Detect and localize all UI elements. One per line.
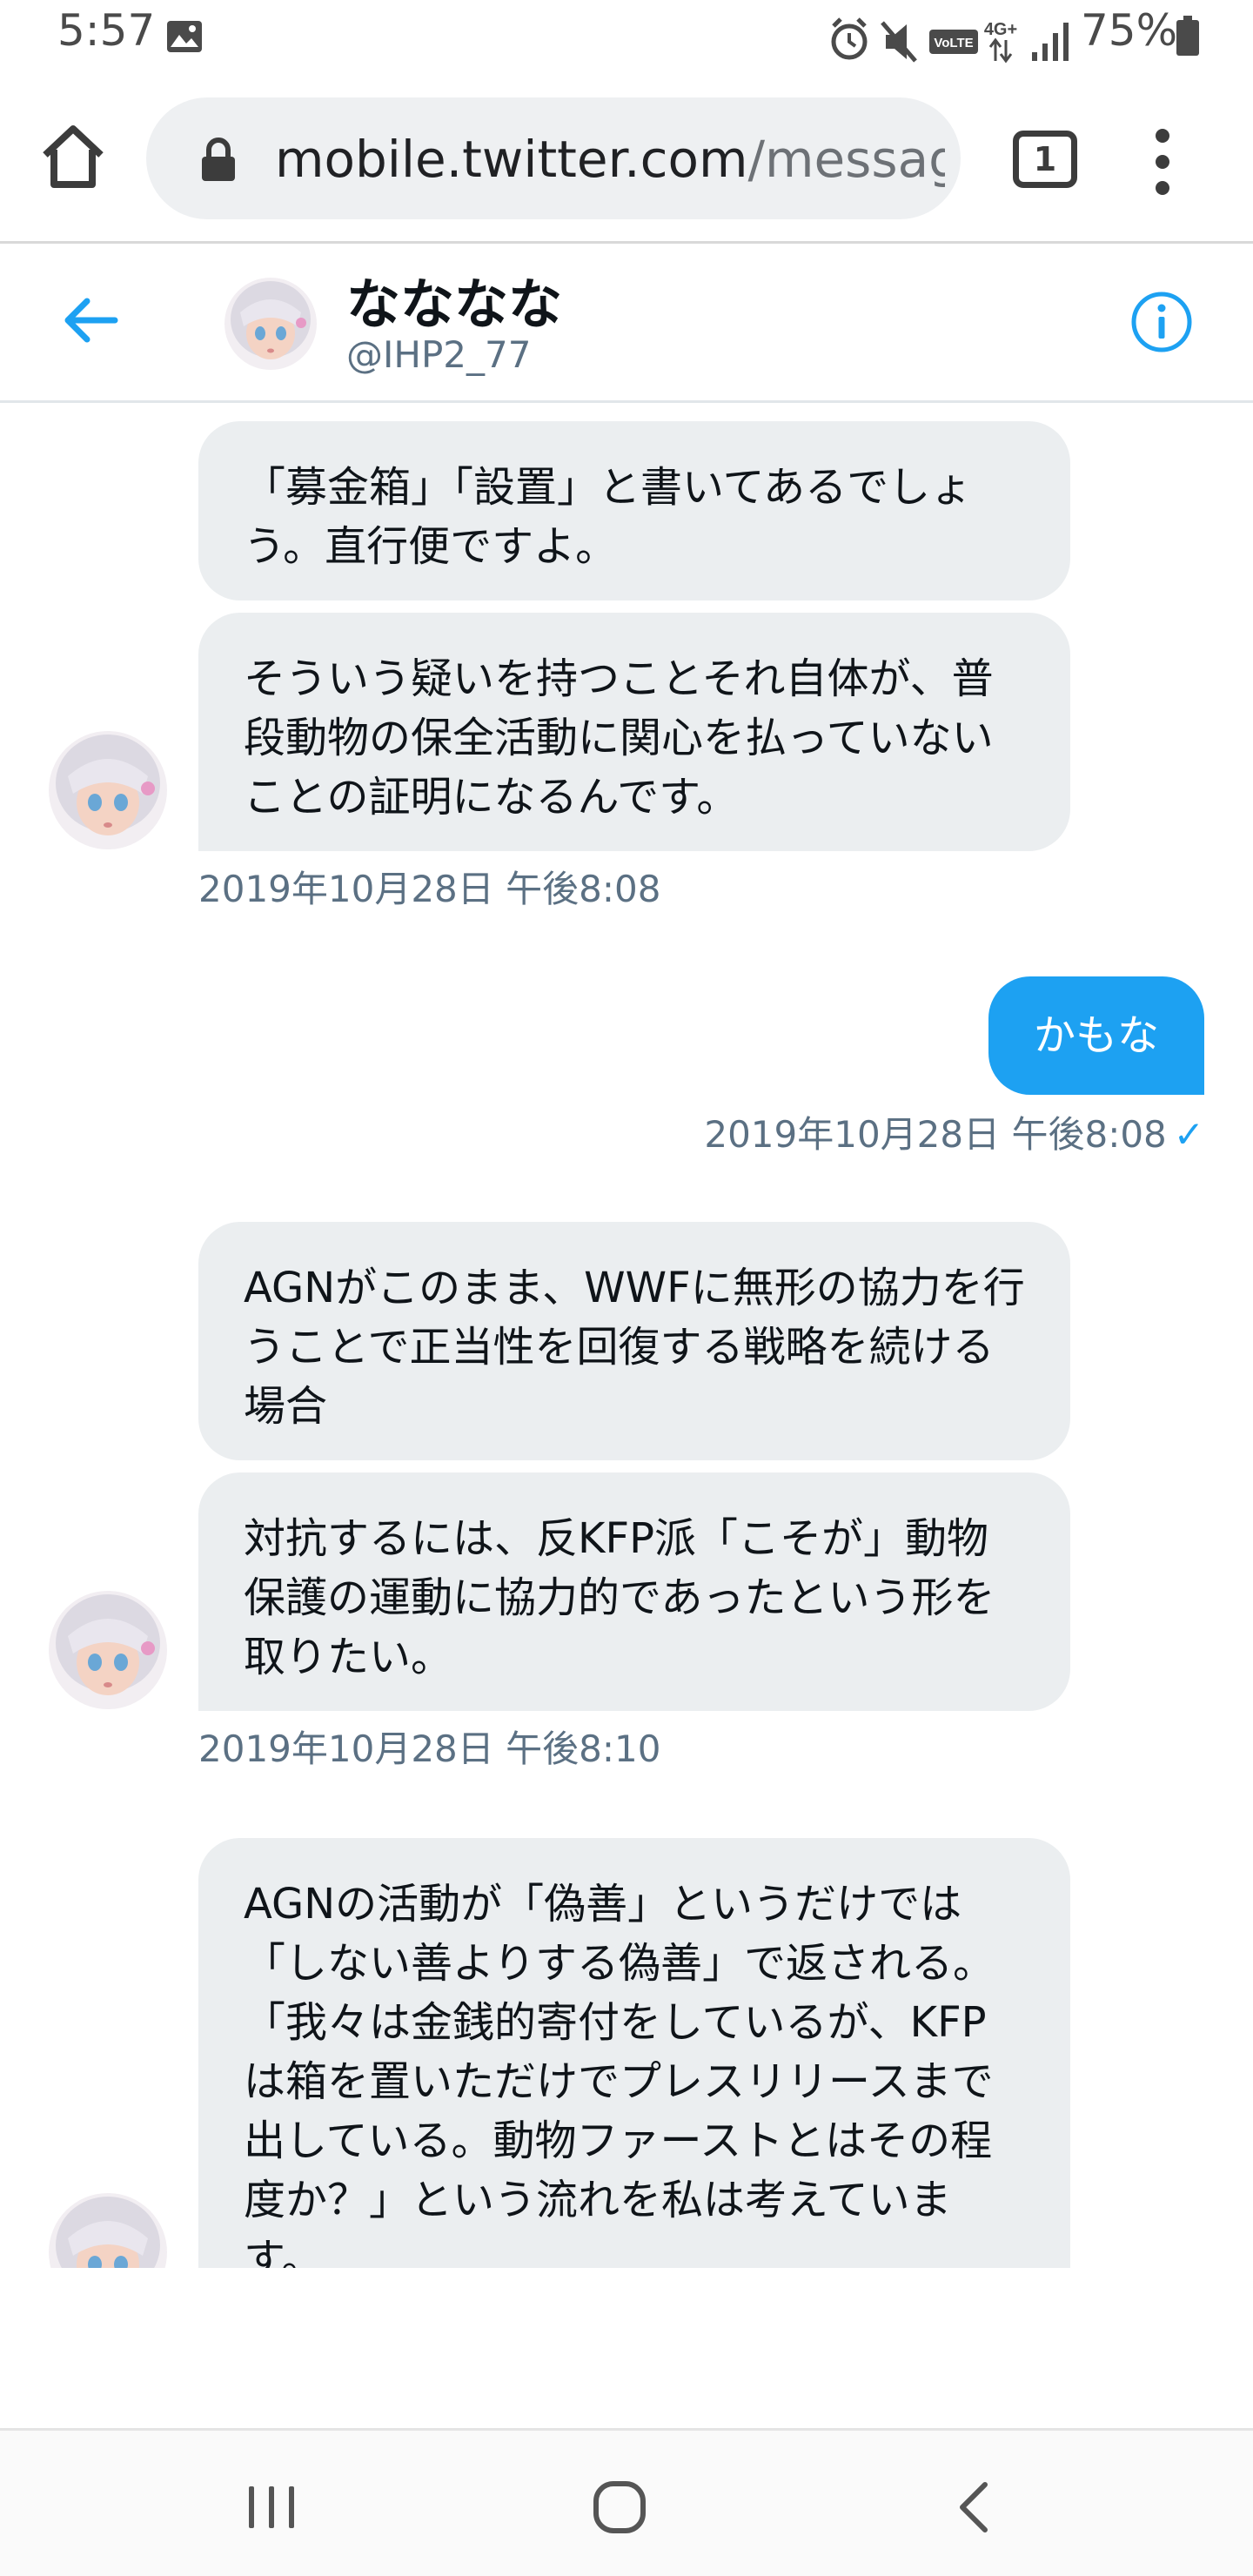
read-check-icon: ✓	[1173, 1113, 1204, 1156]
conversation-header: なななな @IHP2_77	[0, 246, 1253, 403]
message-bubble[interactable]: そういう疑いを持つことそれ自体が、普段動物の保全活動に関心を払っていないことの証…	[198, 613, 1070, 851]
message-timestamp: 2019年10月28日 午後8:10	[198, 1727, 661, 1770]
conversation-name: なななな	[346, 272, 563, 336]
message-bubble[interactable]: AGNの活動が「偽善」というだけでは「しない善よりする偽善」で返される。「我々は…	[198, 1838, 1070, 2268]
status-bar: 5:57 VoLTE 4G+ 75%	[0, 0, 1253, 77]
more-options-icon[interactable]	[1145, 125, 1180, 198]
gallery-icon	[167, 21, 202, 52]
avatar[interactable]	[49, 2193, 167, 2268]
status-time: 5:57	[57, 5, 156, 56]
svg-text:4G+: 4G+	[984, 20, 1017, 39]
home-circle-icon[interactable]	[592, 2479, 647, 2535]
conversation-handle: @IHP2_77	[346, 333, 532, 376]
message-text: 対抗するには、反KFP派「こそが」動物保護の運動に協力的であったという形を取りた…	[244, 1514, 995, 1681]
message-bubble[interactable]: 「募金箱」「設置」と書いてあるでしょう。直行便ですよ。	[198, 421, 1070, 600]
message-bubble[interactable]: AGNがこのまま、WWFに無形の協力を行うことで正当性を回復する戦略を続ける場合	[198, 1222, 1070, 1460]
url-text[interactable]: mobile.twitter.com/messag	[275, 129, 945, 190]
battery-level: 75%	[1081, 5, 1178, 56]
avatar[interactable]	[224, 278, 317, 370]
info-icon[interactable]	[1129, 290, 1194, 354]
message-timestamp: 2019年10月28日 午後8:08	[198, 868, 661, 910]
message-text: そういう疑いを持つことそれ自体が、普段動物の保全活動に関心を払っていないことの証…	[244, 654, 994, 822]
message-list[interactable]: 「募金箱」「設置」と書いてあるでしょう。直行便ですよ。 そういう疑いを持つことそ…	[0, 406, 1253, 2268]
avatar[interactable]	[49, 731, 167, 849]
back-arrow-icon[interactable]	[61, 294, 122, 346]
browser-toolbar: mobile.twitter.com/messag 1	[0, 77, 1253, 244]
message-timestamp: 2019年10月28日 午後8:08 ✓	[704, 1105, 1204, 1158]
lock-icon	[202, 138, 235, 181]
url-path: /messag	[747, 130, 945, 189]
alarm-icon	[831, 17, 868, 60]
timestamp-text: 2019年10月28日 午後8:08	[704, 1113, 1167, 1156]
tab-switcher-button[interactable]: 1	[1013, 131, 1077, 188]
url-host: mobile.twitter.com	[275, 130, 748, 189]
avatar[interactable]	[49, 1591, 167, 1709]
system-navigation-bar	[0, 2428, 1253, 2576]
message-text: 「募金箱」「設置」と書いてあるでしょう。直行便ですよ。	[244, 463, 973, 571]
message-text: AGNの活動が「偽善」というだけでは「しない善よりする偽善」で返される。「我々は…	[244, 1880, 995, 2268]
battery-icon	[1176, 16, 1199, 56]
message-bubble[interactable]: 対抗するには、反KFP派「こそが」動物保護の運動に協力的であったという形を取りた…	[198, 1472, 1070, 1711]
back-chevron-icon[interactable]	[954, 2479, 992, 2535]
4g-icon: 4G+	[984, 20, 1017, 64]
message-text: AGNがこのまま、WWFに無形の協力を行うことで正当性を回復する戦略を続ける場合	[244, 1264, 1025, 1431]
signal-icon	[1032, 23, 1069, 61]
url-bar[interactable]: mobile.twitter.com/messag	[146, 97, 961, 219]
recent-apps-icon[interactable]	[245, 2485, 298, 2530]
message-bubble-outgoing[interactable]: かもな	[988, 976, 1204, 1095]
svg-text:VoLTE: VoLTE	[934, 36, 973, 50]
mute-icon	[881, 21, 917, 63]
message-text: かもな	[1033, 1011, 1159, 1060]
home-icon[interactable]	[38, 122, 108, 191]
volte-icon: VoLTE	[929, 30, 978, 54]
status-icons: VoLTE 4G+	[831, 17, 1069, 64]
